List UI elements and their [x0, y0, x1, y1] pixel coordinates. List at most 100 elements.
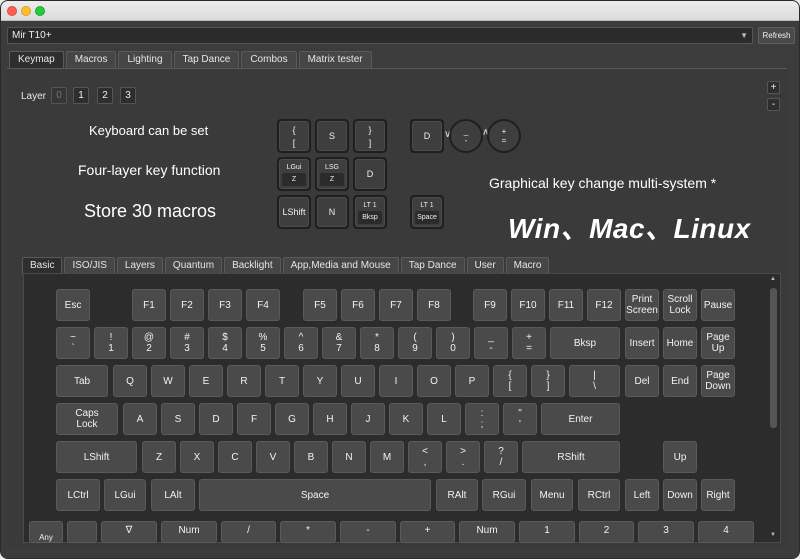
key-caps-lock[interactable]: Caps Lock — [56, 403, 118, 435]
key-3[interactable]: # 3 — [170, 327, 204, 359]
layout-key[interactable]: D — [410, 119, 444, 153]
layout-key[interactable]: LT 1 Space — [410, 195, 444, 229]
key-period[interactable]: > . — [446, 441, 480, 473]
key-s[interactable]: S — [161, 403, 195, 435]
tab-backlight[interactable]: Backlight — [224, 257, 281, 274]
key-backspace[interactable]: Bksp — [550, 327, 620, 359]
key-1[interactable]: ! 1 — [94, 327, 128, 359]
key-up[interactable]: Up — [663, 441, 697, 473]
layer-3-button[interactable]: 3 — [120, 87, 136, 104]
key-6[interactable]: ^ 6 — [284, 327, 318, 359]
key-z[interactable]: Z — [142, 441, 176, 473]
key-equal[interactable]: + = — [512, 327, 546, 359]
key-p[interactable]: P — [455, 365, 489, 397]
key-pause[interactable]: Pause — [701, 289, 735, 321]
key-r[interactable]: R — [227, 365, 261, 397]
key-y[interactable]: Y — [303, 365, 337, 397]
key-right-bracket[interactable]: } ] — [531, 365, 565, 397]
key-f12[interactable]: F12 — [587, 289, 621, 321]
key-insert[interactable]: Insert — [625, 327, 659, 359]
key-f11[interactable]: F11 — [549, 289, 583, 321]
key-a[interactable]: A — [123, 403, 157, 435]
key-f8[interactable]: F8 — [417, 289, 451, 321]
layer-2-button[interactable]: 2 — [97, 87, 113, 104]
key-f10[interactable]: F10 — [511, 289, 545, 321]
tab-tap-dance-keys[interactable]: Tap Dance — [400, 257, 465, 274]
tab-app-media-mouse[interactable]: App,Media and Mouse — [282, 257, 399, 274]
key-scroll-lock[interactable]: Scroll Lock — [663, 289, 697, 321]
key-f[interactable]: F — [237, 403, 271, 435]
key-left-bracket[interactable]: { [ — [493, 365, 527, 397]
key-print-screen[interactable]: Print Screen — [625, 289, 659, 321]
key-j[interactable]: J — [351, 403, 385, 435]
key-any[interactable]: Any — [29, 521, 63, 543]
maximize-window-button[interactable] — [35, 6, 45, 16]
key-right-ctrl[interactable]: RCtrl — [578, 479, 620, 511]
layer-1-button[interactable]: 1 — [73, 87, 89, 104]
key-kp-2[interactable]: 2 — [579, 521, 634, 543]
key-e[interactable]: E — [189, 365, 223, 397]
key-f3[interactable]: F3 — [208, 289, 242, 321]
key-f6[interactable]: F6 — [341, 289, 375, 321]
key-right-alt[interactable]: RAlt — [436, 479, 478, 511]
layer-0-button[interactable]: 0 — [51, 87, 67, 104]
key-v[interactable]: V — [256, 441, 290, 473]
tab-tap-dance[interactable]: Tap Dance — [173, 51, 240, 68]
key-kp-star[interactable]: * — [280, 521, 336, 543]
layout-key[interactable]: LSG Z — [315, 157, 349, 191]
key-left-ctrl[interactable]: LCtrl — [56, 479, 100, 511]
key-esc[interactable]: Esc — [56, 289, 90, 321]
key-f5[interactable]: F5 — [303, 289, 337, 321]
key-comma[interactable]: < , — [408, 441, 442, 473]
scroll-up-icon[interactable]: ▲ — [770, 276, 776, 282]
key-backslash[interactable]: | \ — [569, 365, 620, 397]
key-kp-4[interactable]: 4 — [698, 521, 754, 543]
key-q[interactable]: Q — [113, 365, 147, 397]
key-f1[interactable]: F1 — [132, 289, 166, 321]
key-right[interactable]: Right — [701, 479, 735, 511]
key-tab[interactable]: Tab — [56, 365, 108, 397]
refresh-button[interactable]: Refresh — [758, 27, 795, 44]
key-space[interactable]: Space — [199, 479, 431, 511]
key-m[interactable]: M — [370, 441, 404, 473]
key-o[interactable]: O — [417, 365, 451, 397]
key-quote[interactable]: " ' — [503, 403, 537, 435]
key-page-down[interactable]: Page Down — [701, 365, 735, 397]
remove-button[interactable]: - — [767, 98, 780, 111]
scrollbar-thumb[interactable] — [770, 288, 777, 428]
tab-quantum[interactable]: Quantum — [164, 257, 223, 274]
key-kp-num[interactable]: Num — [459, 521, 515, 543]
layout-key[interactable]: LGui Z — [277, 157, 311, 191]
key-right-gui[interactable]: RGui — [482, 479, 526, 511]
key-d[interactable]: D — [199, 403, 233, 435]
key-f9[interactable]: F9 — [473, 289, 507, 321]
palette-scrollbar[interactable]: ▲ ▼ — [769, 276, 778, 538]
key-slash[interactable]: ? / — [484, 441, 518, 473]
key-9[interactable]: ( 9 — [398, 327, 432, 359]
tab-iso-jis[interactable]: ISO/JIS — [64, 257, 115, 274]
tab-layers[interactable]: Layers — [116, 257, 163, 274]
tab-matrix-tester[interactable]: Matrix tester — [298, 51, 372, 68]
key-down[interactable]: Down — [663, 479, 697, 511]
key-kp-3[interactable]: 3 — [638, 521, 694, 543]
add-button[interactable]: + — [767, 81, 780, 94]
key-kp-plus[interactable]: + — [400, 521, 455, 543]
key-right-shift[interactable]: RShift — [522, 441, 620, 473]
key-blank[interactable] — [67, 521, 97, 543]
tab-macros[interactable]: Macros — [65, 51, 117, 68]
key-l[interactable]: L — [427, 403, 461, 435]
key-transparent[interactable]: ∇ — [101, 521, 157, 543]
key-b[interactable]: B — [294, 441, 328, 473]
scroll-down-icon[interactable]: ▼ — [770, 532, 776, 538]
key-0[interactable]: ) 0 — [436, 327, 470, 359]
key-f2[interactable]: F2 — [170, 289, 204, 321]
tab-macro[interactable]: Macro — [505, 257, 550, 274]
key-f4[interactable]: F4 — [246, 289, 280, 321]
key-left-gui[interactable]: LGui — [104, 479, 146, 511]
key-i[interactable]: I — [379, 365, 413, 397]
key-delete[interactable]: Del — [625, 365, 659, 397]
key-num-lock[interactable]: Num — [161, 521, 217, 543]
key-kp-slash[interactable]: / — [221, 521, 276, 543]
key-x[interactable]: X — [180, 441, 214, 473]
layout-key[interactable]: {[ — [277, 119, 311, 153]
